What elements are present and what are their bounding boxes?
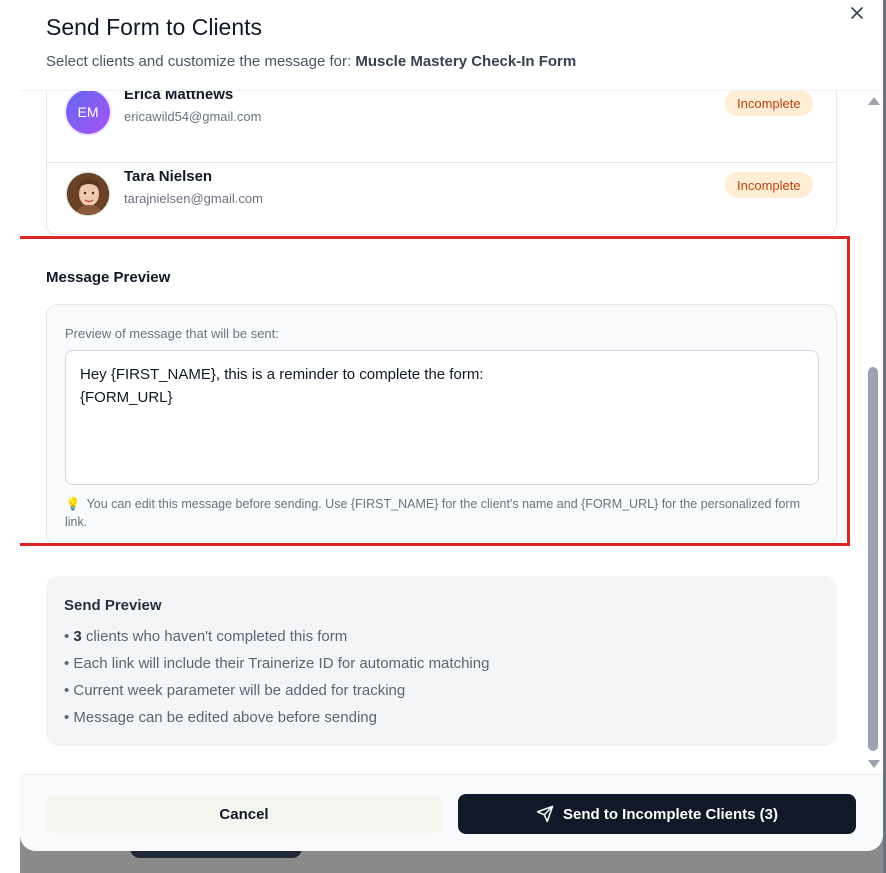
form-name: Muscle Mastery Check-In Form [355,53,577,70]
send-preview-list: • 3 clients who haven't completed this f… [64,627,489,735]
message-textarea[interactable]: Hey {FIRST_NAME}, this is a reminder to … [65,350,819,485]
send-form-modal: Send Form to Clients Select clients and … [20,0,883,851]
status-badge: Incomplete [725,91,813,116]
list-item: • Current week parameter will be added f… [64,682,406,699]
message-preview-heading: Message Preview [46,269,171,286]
message-preview-box: Preview of message that will be sent: He… [46,304,837,546]
avatar: EM [66,91,110,134]
send-button-label: Send to Incomplete Clients (3) [562,805,779,823]
message-hint: 💡 You can edit this message before sendin… [65,495,815,531]
list-item-text: clients who haven't completed this form [81,628,348,645]
lightbulb-icon: 💡 [65,497,81,511]
client-email: ericawild54@gmail.com [124,109,262,124]
preview-label: Preview of message that will be sent: [65,326,279,341]
list-item-text: Current week parameter will be added for… [73,682,406,699]
modal-title: Send Form to Clients [46,14,263,40]
hint-text: You can edit this message before sending… [65,497,800,529]
client-name: Tara Nielsen [124,168,213,185]
scroll-up-icon[interactable] [868,97,880,105]
list-item: • Each link will include their Traineriz… [64,655,490,672]
send-icon [536,805,554,823]
client-name: Erica Matthews [124,91,234,103]
close-icon [851,7,863,19]
list-item: • Message can be edited above before sen… [64,709,377,726]
client-list: EM Erica Matthews ericawild54@gmail.com … [46,91,837,235]
avatar-photo-icon [67,173,109,215]
cancel-button[interactable]: Cancel [46,795,442,833]
client-row[interactable]: EM Erica Matthews ericawild54@gmail.com … [47,91,836,163]
scrollbar[interactable] [864,91,883,774]
modal-footer: Cancel Send to Incomplete Clients (3) [20,774,883,851]
list-item-text: Message can be edited above before sendi… [73,709,377,726]
status-badge: Incomplete [725,172,813,198]
list-item: • 3 clients who haven't completed this f… [64,628,348,645]
send-to-incomplete-button[interactable]: Send to Incomplete Clients (3) [458,794,856,834]
close-button[interactable] [846,2,868,24]
modal-scroll-area[interactable]: EM Erica Matthews ericawild54@gmail.com … [20,91,883,774]
send-preview-box: Send Preview • 3 clients who haven't com… [46,576,837,746]
send-preview-heading: Send Preview [64,597,162,614]
client-row[interactable]: Tara Nielsen tarajnielsen@gmail.com Inco… [47,163,836,245]
list-item-text: Each link will include their Trainerize … [73,655,490,672]
client-email: tarajnielsen@gmail.com [124,191,263,206]
modal-subtitle: Select clients and customize the message… [46,53,576,70]
avatar [66,172,110,216]
scroll-down-icon[interactable] [868,760,880,768]
scroll-thumb[interactable] [868,367,878,751]
backdrop-edge [0,0,20,873]
modal-header: Send Form to Clients Select clients and … [20,0,883,91]
subtitle-text: Select clients and customize the message… [46,53,356,70]
client-count: 3 [73,628,82,645]
